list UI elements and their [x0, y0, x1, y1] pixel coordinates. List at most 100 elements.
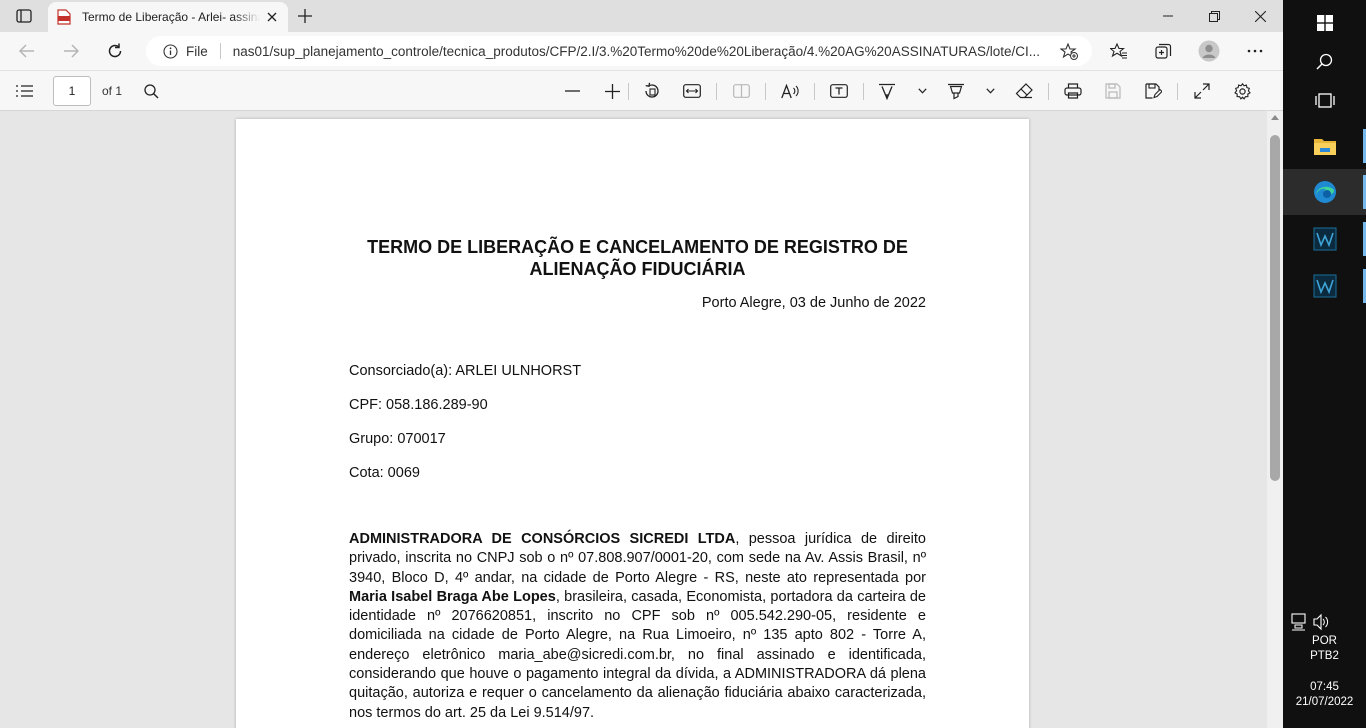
taskbar-edge[interactable]	[1283, 169, 1366, 215]
new-tab-button[interactable]	[292, 4, 318, 28]
browser-window: Termo de Liberação - Arlei- assinado.pdf	[0, 0, 1283, 728]
title-line-2: ALIENAÇÃO FIDUCIÁRIA	[529, 259, 746, 279]
save-icon	[1105, 83, 1121, 99]
file-explorer-icon	[1313, 138, 1336, 155]
profile-avatar-icon	[1198, 40, 1220, 62]
paragraph-text-b: , brasileira, casada, Economista, portad…	[349, 588, 926, 721]
minus-icon	[564, 90, 580, 92]
title-line-1: TERMO DE LIBERAÇÃO E CANCELAMENTO DE REG…	[367, 237, 908, 257]
add-text-icon	[830, 84, 848, 98]
highlight-options-dropdown[interactable]	[978, 79, 1002, 103]
collections-button[interactable]	[1148, 37, 1178, 65]
add-favorite-button[interactable]	[1059, 42, 1078, 60]
restore-button[interactable]	[1191, 0, 1237, 32]
windows-taskbar: POR PTB2 07:45 21/07/2022	[1283, 0, 1366, 728]
cpf-field: CPF: 058.186.289-90	[349, 397, 488, 413]
browser-tab[interactable]: Termo de Liberação - Arlei- assinado.pdf	[48, 2, 288, 32]
contents-button[interactable]	[12, 79, 36, 103]
collections-icon	[1154, 43, 1171, 59]
minimize-icon	[1163, 15, 1173, 17]
toolbar-divider	[863, 83, 864, 100]
clock-date: 21/07/2022	[1295, 696, 1354, 708]
info-icon[interactable]	[162, 43, 178, 59]
clock-time: 07:45	[1310, 681, 1339, 693]
close-icon	[267, 12, 277, 22]
refresh-button[interactable]	[100, 37, 130, 65]
find-button[interactable]	[139, 79, 163, 103]
search-icon	[1316, 53, 1333, 69]
input-language[interactable]: POR PTB2	[1283, 634, 1366, 664]
plus-icon	[604, 83, 620, 99]
tab-actions-button[interactable]	[8, 4, 40, 28]
page-view-icon	[732, 84, 750, 98]
save-button[interactable]	[1101, 79, 1125, 103]
eraser-icon	[1015, 83, 1033, 99]
task-view-icon	[1314, 92, 1335, 108]
address-bar[interactable]: File nas01/sup_planejamento_controle/tec…	[146, 36, 1092, 66]
taskbar-app-2[interactable]	[1283, 263, 1366, 309]
erase-button[interactable]	[1012, 79, 1036, 103]
page-total-label: of 1	[102, 84, 123, 98]
consorciado-field: Consorciado(a): ARLEI ULNHORST	[349, 363, 582, 379]
windows-start-icon	[1316, 15, 1333, 31]
cota-field: Cota: 0069	[349, 465, 420, 481]
fit-width-icon	[683, 84, 701, 98]
scrollbar-thumb[interactable]	[1270, 135, 1280, 481]
page-view-button[interactable]	[729, 79, 753, 103]
url-text[interactable]: nas01/sup_planejamento_controle/tecnica_…	[233, 44, 1053, 59]
back-button[interactable]	[12, 37, 42, 65]
representative-name: Maria Isabel Braga Abe Lopes	[349, 588, 556, 605]
taskbar-app-1[interactable]	[1283, 216, 1366, 262]
scheme-label: File	[186, 43, 208, 59]
zoom-in-button[interactable]	[600, 79, 624, 103]
favorites-button[interactable]	[1104, 37, 1134, 65]
plus-icon	[298, 9, 312, 23]
highlight-button[interactable]	[944, 79, 968, 103]
zoom-out-button[interactable]	[560, 79, 584, 103]
tab-actions-icon	[16, 9, 32, 23]
more-button[interactable]	[1240, 37, 1270, 65]
save-as-icon	[1144, 83, 1162, 99]
page-number-input[interactable]: 1	[53, 76, 91, 106]
settings-button[interactable]	[1230, 79, 1254, 103]
back-arrow-icon	[19, 44, 34, 58]
search-icon	[143, 83, 158, 98]
draw-button[interactable]	[875, 79, 899, 103]
clock[interactable]: 07:45 21/07/2022	[1283, 680, 1366, 710]
pdf-page: TERMO DE LIBERAÇÃO E CANCELAMENTO DE REG…	[236, 119, 1029, 728]
body-paragraph: ADMINISTRADORA DE CONSÓRCIOS SICREDI LTD…	[349, 530, 926, 723]
document-date: Porto Alegre, 03 de Junho de 2022	[701, 295, 926, 311]
task-view-button[interactable]	[1283, 77, 1366, 123]
read-aloud-button[interactable]	[778, 79, 802, 103]
read-aloud-icon	[780, 83, 799, 98]
draw-options-dropdown[interactable]	[910, 79, 934, 103]
edge-browser-icon	[1313, 181, 1336, 203]
restore-icon	[1208, 10, 1220, 22]
favorites-icon	[1110, 43, 1127, 59]
scroll-up-arrow-icon[interactable]	[1271, 115, 1279, 120]
pdf-viewport[interactable]: TERMO DE LIBERAÇÃO E CANCELAMENTO DE REG…	[0, 111, 1267, 728]
divider	[219, 43, 221, 59]
document-title: TERMO DE LIBERAÇÃO E CANCELAMENTO DE REG…	[336, 236, 939, 280]
print-button[interactable]	[1061, 79, 1085, 103]
star-add-icon	[1059, 42, 1078, 60]
pdf-file-icon	[56, 9, 72, 25]
forward-arrow-icon	[64, 44, 79, 58]
fullscreen-button[interactable]	[1190, 79, 1214, 103]
forward-button[interactable]	[56, 37, 86, 65]
fit-to-width-button[interactable]	[680, 79, 704, 103]
pdf-toolbar: 1 of 1	[0, 70, 1283, 111]
close-window-button[interactable]	[1237, 0, 1283, 32]
print-icon	[1064, 83, 1082, 99]
network-volume-icons[interactable]	[1291, 612, 1331, 632]
save-as-button[interactable]	[1141, 79, 1165, 103]
rotate-button[interactable]	[640, 79, 664, 103]
minimize-button[interactable]	[1145, 0, 1191, 32]
grupo-field: Grupo: 070017	[349, 431, 446, 447]
close-tab-button[interactable]	[264, 9, 280, 25]
close-icon	[1254, 10, 1266, 22]
vertical-scrollbar[interactable]	[1267, 111, 1283, 728]
add-text-button[interactable]	[827, 79, 851, 103]
taskbar-file-explorer[interactable]	[1283, 123, 1366, 169]
profile-button[interactable]	[1194, 37, 1224, 65]
